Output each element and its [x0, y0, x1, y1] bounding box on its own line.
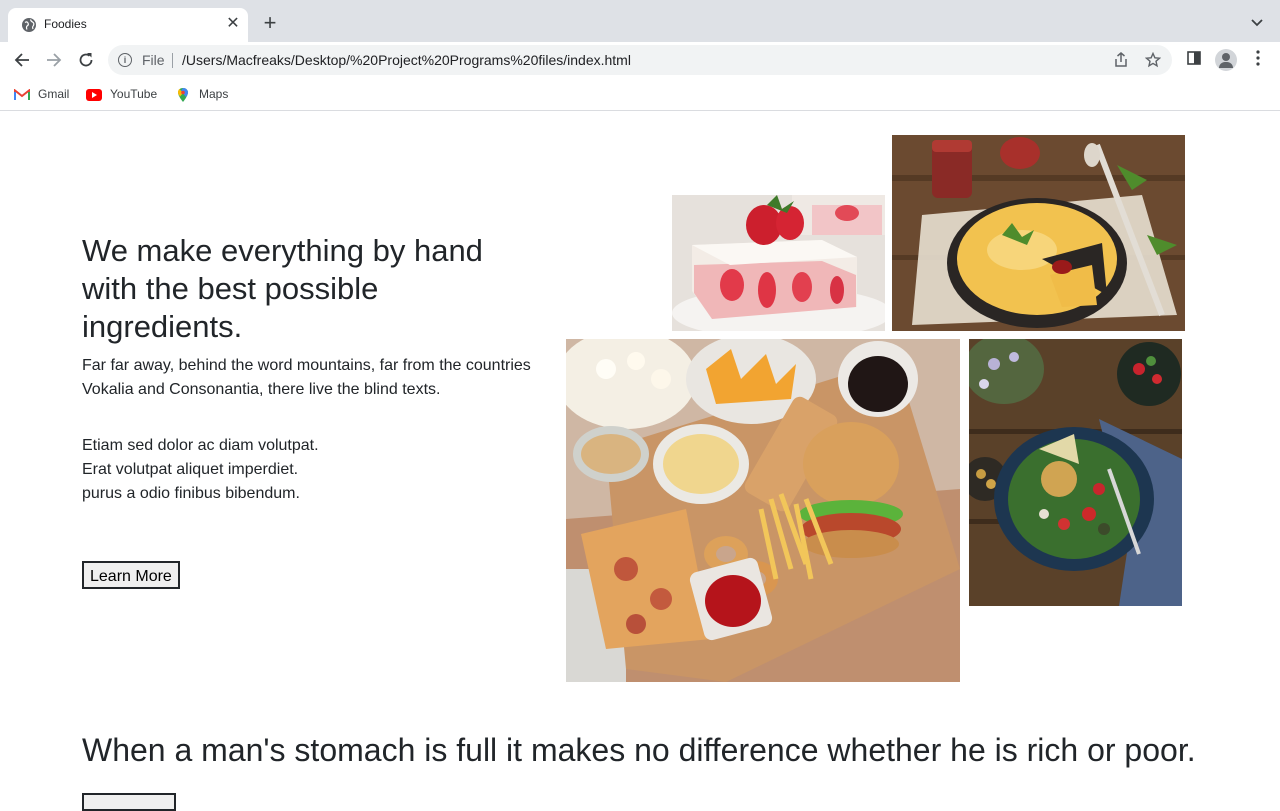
cake-photo [672, 195, 885, 331]
learn-more-button[interactable]: Learn More [82, 561, 180, 589]
address-bar[interactable]: i File /Users/Macfreaks/Desktop/%20Proje… [108, 45, 1172, 75]
fast-food-photo [566, 339, 960, 682]
bookmark-star-icon[interactable] [1144, 51, 1162, 70]
maps-pin-icon [175, 87, 191, 102]
bookmark-youtube[interactable]: YouTube [86, 85, 157, 103]
pie-photo [892, 135, 1185, 331]
close-tab-icon[interactable]: ✕ [224, 15, 242, 33]
menu-kebab-icon[interactable] [1248, 50, 1268, 70]
side-panel-icon[interactable] [1184, 50, 1204, 70]
profile-avatar-icon[interactable] [1215, 49, 1237, 71]
salad-bowl-photo [969, 339, 1182, 606]
tab-title: Foodies [44, 17, 87, 31]
forward-arrow-icon[interactable] [42, 48, 66, 72]
hero-lines: Etiam sed dolor ac diam volutpat. Erat v… [82, 434, 319, 506]
bookmark-gmail[interactable]: Gmail [14, 85, 69, 103]
globe-icon [22, 18, 36, 32]
new-tab-plus-icon[interactable]: + [258, 12, 282, 36]
hero-line: purus a odio finibus bibendum. [82, 485, 300, 502]
hero-headline: We make everything by hand with the best… [82, 233, 483, 344]
tab-search-chevron-icon[interactable] [1248, 14, 1266, 32]
info-icon[interactable]: i [118, 53, 132, 67]
back-arrow-icon[interactable] [10, 48, 34, 72]
hero-line: Etiam sed dolor ac diam volutpat. [82, 437, 319, 454]
bookmark-maps-label: Maps [199, 87, 229, 101]
bookmark-maps[interactable]: Maps [175, 85, 228, 103]
hero-paragraph: Far far away, behind the word mountains,… [82, 357, 531, 398]
url-separator [172, 53, 173, 68]
tab-strip: Foodies ✕ + [0, 0, 1280, 42]
url-scheme-label: File [142, 52, 165, 68]
bookmarks-bar: Gmail YouTube Maps [0, 78, 1280, 111]
hero-line: Erat volutpat aliquet imperdiet. [82, 461, 299, 478]
gmail-icon [14, 88, 30, 101]
second-button-partial[interactable] [82, 793, 176, 811]
bookmark-youtube-label: YouTube [110, 87, 158, 101]
browser-tab[interactable]: Foodies ✕ [8, 8, 248, 42]
bookmark-gmail-label: Gmail [38, 87, 70, 101]
reload-icon[interactable] [74, 48, 98, 72]
browser-toolbar: i File /Users/Macfreaks/Desktop/%20Proje… [0, 42, 1280, 78]
url-text[interactable]: /Users/Macfreaks/Desktop/%20Project%20Pr… [182, 52, 631, 68]
quote-heading: When a man's stomach is full it makes no… [82, 732, 1196, 768]
share-icon[interactable] [1112, 52, 1130, 70]
youtube-icon [86, 88, 102, 101]
